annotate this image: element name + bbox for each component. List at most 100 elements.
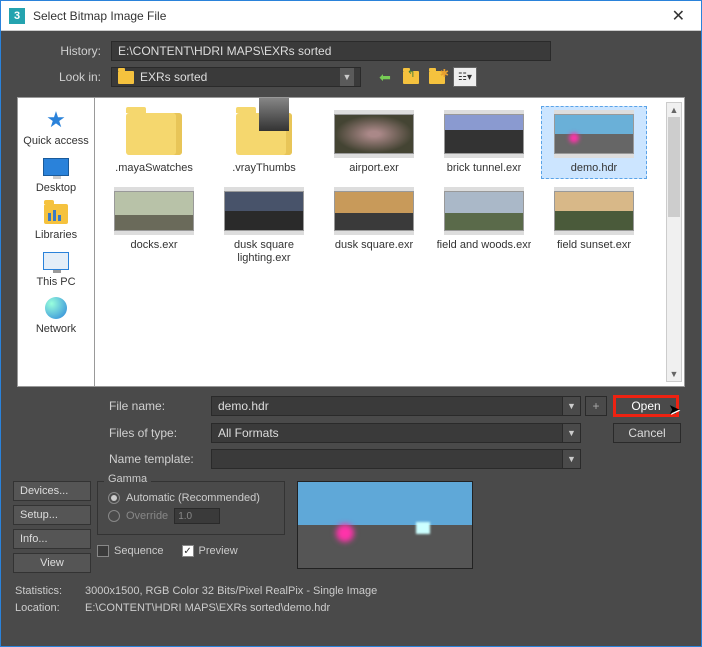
filename-label: File name: [109,399,211,413]
scroll-thumb[interactable] [668,117,680,217]
gamma-auto-label: Automatic (Recommended) [126,492,260,504]
statistics-value: 3000x1500, RGB Color 32 Bits/Pixel RealP… [85,583,377,600]
gamma-group: Gamma Automatic (Recommended) Override 1… [97,481,285,535]
scroll-up-icon[interactable]: ▲ [667,103,681,117]
dropdown-arrow-icon[interactable]: ▼ [562,424,580,442]
network-icon [45,297,67,319]
preview-checkbox[interactable]: ✓ Preview [182,545,238,557]
file-label: dusk square lighting.exr [213,239,315,265]
close-button[interactable]: ✕ [664,6,693,26]
file-label: brick tunnel.exr [447,162,522,175]
file-item[interactable]: .vrayThumbs [211,106,317,179]
radio-icon [108,492,120,504]
template-dropdown[interactable]: ▼ [211,449,581,469]
sidebar-item-network[interactable]: Network [18,292,94,337]
cursor-icon: ➤ [668,401,680,418]
history-value: E:\CONTENT\HDRI MAPS\EXRs sorted [118,44,331,58]
checkbox-icon [97,545,109,557]
scrollbar[interactable]: ▲ ▼ [666,102,682,382]
back-button[interactable]: ⬅ [375,67,395,87]
add-button[interactable]: + [585,396,607,416]
folder-icon [118,71,134,84]
filename-input[interactable]: demo.hdr ▼ [211,396,581,416]
sidebar-label: Network [36,323,76,335]
places-sidebar: ★ Quick access Desktop Libraries This PC… [17,97,95,387]
file-label: .vrayThumbs [232,162,296,175]
folder-icon [114,110,194,158]
dropdown-arrow-icon[interactable]: ▼ [562,397,580,415]
history-dropdown[interactable]: E:\CONTENT\HDRI MAPS\EXRs sorted [111,41,551,61]
file-item[interactable]: demo.hdr [541,106,647,179]
sidebar-label: This PC [36,276,75,288]
history-label: History: [21,44,111,58]
filetype-dropdown[interactable]: All Formats ▼ [211,423,581,443]
sidebar-label: Desktop [36,182,76,194]
dropdown-arrow-icon: ▼ [340,68,354,86]
devices-button[interactable]: Devices... [13,481,91,501]
window-title: Select Bitmap Image File [33,9,664,23]
file-item[interactable]: field and woods.exr [431,183,537,269]
filetype-value: All Formats [218,426,279,440]
app-icon: 3 [9,8,25,24]
file-label: demo.hdr [571,162,617,175]
file-item[interactable]: dusk square lighting.exr [211,183,317,269]
cancel-button[interactable]: Cancel [613,423,681,443]
lookin-value: EXRs sorted [140,70,207,84]
new-folder-button[interactable]: ✱ [427,67,447,87]
star-icon: ★ [46,107,66,133]
view-menu-button[interactable]: ☷▾ [453,67,477,87]
status-area: Statistics: 3000x1500, RGB Color 32 Bits/… [1,577,701,622]
sidebar-label: Libraries [35,229,77,241]
sequence-checkbox[interactable]: Sequence [97,545,164,557]
file-list[interactable]: .mayaSwatches .vrayThumbs airport.exr brick… [95,97,685,387]
sidebar-item-libraries[interactable]: Libraries [18,198,94,243]
libraries-icon [44,204,68,224]
gamma-override-radio[interactable]: Override 1.0 [108,508,274,524]
file-label: field sunset.exr [557,239,631,252]
thumbnail-image [334,187,414,235]
preview-label: Preview [199,545,238,557]
titlebar: 3 Select Bitmap Image File ✕ [1,1,701,31]
folder-icon [224,110,304,158]
file-label: .mayaSwatches [115,162,193,175]
file-item[interactable]: docks.exr [101,183,207,269]
up-folder-button[interactable]: ↰ [401,67,421,87]
sidebar-item-desktop[interactable]: Desktop [18,151,94,196]
file-item[interactable]: airport.exr [321,106,427,179]
info-button[interactable]: Info... [13,529,91,549]
radio-icon [108,510,120,522]
sidebar-label: Quick access [23,135,88,147]
view-button[interactable]: View [13,553,91,573]
file-item[interactable]: dusk square.exr [321,183,427,269]
open-button[interactable]: Open ➤ [613,395,679,417]
sidebar-item-this-pc[interactable]: This PC [18,245,94,290]
statistics-label: Statistics: [15,583,75,600]
filetype-label: Files of type: [109,426,211,440]
lookin-dropdown[interactable]: EXRs sorted ▼ [111,67,361,87]
thumbnail-image [444,110,524,158]
dropdown-arrow-icon[interactable]: ▼ [562,450,580,468]
file-label: docks.exr [130,239,177,252]
file-item[interactable]: .mayaSwatches [101,106,207,179]
thumbnail-image [114,187,194,235]
scroll-down-icon[interactable]: ▼ [667,367,681,381]
file-label: airport.exr [349,162,399,175]
gamma-legend: Gamma [104,473,151,485]
gamma-override-value[interactable]: 1.0 [174,508,220,524]
desktop-icon [43,158,69,176]
sidebar-item-quick-access[interactable]: ★ Quick access [18,104,94,149]
setup-button[interactable]: Setup... [13,505,91,525]
sequence-label: Sequence [114,545,164,557]
gamma-auto-radio[interactable]: Automatic (Recommended) [108,492,274,504]
location-label: Location: [15,600,75,617]
thumbnail-image [554,110,634,158]
checkbox-icon: ✓ [182,545,194,557]
filename-value: demo.hdr [218,399,269,413]
gamma-override-label: Override [126,510,168,522]
thumbnail-image [554,187,634,235]
thumbnail-image [334,110,414,158]
template-label: Name template: [109,452,211,466]
file-item[interactable]: field sunset.exr [541,183,647,269]
file-item[interactable]: brick tunnel.exr [431,106,537,179]
pc-icon [43,252,69,270]
